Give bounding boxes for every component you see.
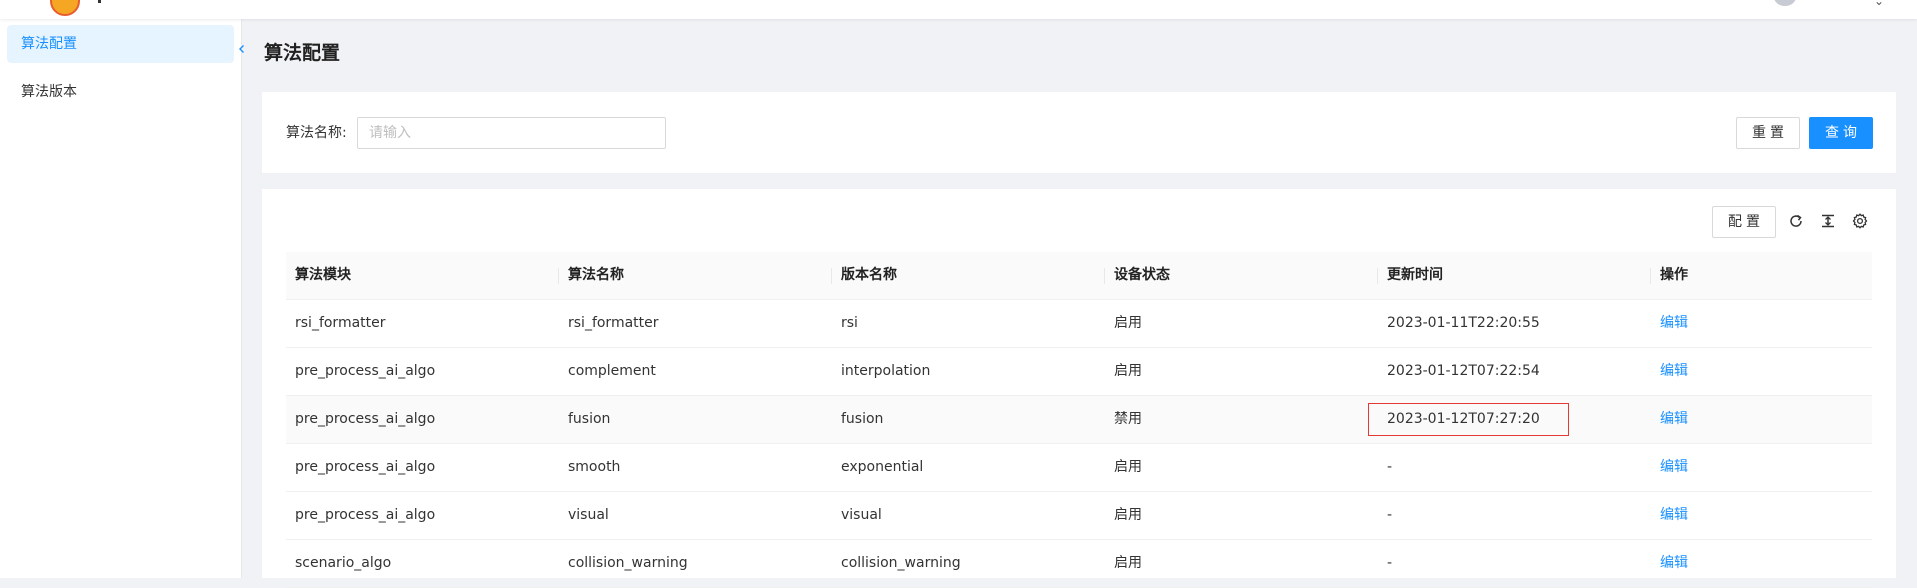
cell-name: complement — [568, 363, 656, 379]
cell-action: 编辑 — [1651, 300, 1872, 347]
cell-status: 启用 — [1114, 555, 1142, 571]
table-row: scenario_algo collision_warning collisio… — [286, 540, 1872, 588]
cell-action: 编辑 — [1651, 444, 1872, 491]
sidebar-item-label: 算法配置 — [21, 36, 77, 52]
cell-action: 编辑 — [1651, 396, 1872, 443]
chevron-left-icon — [239, 45, 244, 53]
cell-name: fusion — [568, 411, 611, 427]
cell-name: rsi_formatter — [568, 315, 659, 331]
query-button[interactable]: 查询 — [1809, 117, 1873, 149]
top-header: ⌄ — [0, 0, 1917, 19]
algorithm-name-label: 算法名称: — [286, 125, 347, 141]
cell-status: 启用 — [1114, 363, 1142, 379]
cell-updated: - — [1387, 555, 1393, 571]
cell-module: pre_process_ai_algo — [295, 411, 436, 427]
settings-icon[interactable] — [1848, 208, 1872, 234]
cell-version: interpolation — [841, 363, 931, 379]
edit-link[interactable]: 编辑 — [1660, 555, 1688, 571]
cell-updated: 2023-01-12T07:27:20 — [1387, 411, 1540, 427]
edit-link[interactable]: 编辑 — [1660, 411, 1688, 427]
edit-link[interactable]: 编辑 — [1660, 459, 1688, 475]
cell-name: smooth — [568, 459, 621, 475]
cell-action: 编辑 — [1651, 540, 1872, 587]
table-row: pre_process_ai_algo visual visual 启用 - 编… — [286, 492, 1872, 540]
cell-status: 启用 — [1114, 459, 1142, 475]
cell-action: 编辑 — [1651, 348, 1872, 395]
app-logo — [50, 0, 80, 16]
cell-name: visual — [568, 507, 609, 523]
cell-name: collision_warning — [568, 555, 688, 571]
edit-link[interactable]: 编辑 — [1660, 507, 1688, 523]
cell-version: exponential — [841, 459, 924, 475]
cell-updated: 2023-01-11T22:20:55 — [1387, 315, 1540, 331]
cell-version: visual — [841, 507, 882, 523]
column-header-status: 设备状态 — [1105, 252, 1378, 299]
page-title: 算法配置 — [264, 42, 341, 64]
algorithm-config-table: 算法模块 算法名称 版本名称 设备状态 更新时间 操作 rsi_formatte… — [286, 252, 1872, 588]
cell-version: collision_warning — [841, 555, 961, 571]
cell-module: pre_process_ai_algo — [295, 459, 436, 475]
sidebar-collapse-button[interactable] — [233, 41, 251, 59]
user-avatar[interactable] — [1774, 0, 1796, 6]
cell-status: 禁用 — [1114, 411, 1142, 427]
edit-link[interactable]: 编辑 — [1660, 315, 1688, 331]
table-row: pre_process_ai_algo smooth exponential 启… — [286, 444, 1872, 492]
app-name-fragment — [98, 0, 101, 3]
cell-status: 启用 — [1114, 315, 1142, 331]
edit-link[interactable]: 编辑 — [1660, 363, 1688, 379]
cell-module: rsi_formatter — [295, 315, 386, 331]
cell-status: 启用 — [1114, 507, 1142, 523]
cell-version: fusion — [841, 411, 884, 427]
table-row: pre_process_ai_algo complement interpola… — [286, 348, 1872, 396]
cell-module: pre_process_ai_algo — [295, 507, 436, 523]
column-header-module: 算法模块 — [286, 252, 559, 299]
user-menu-caret-icon[interactable]: ⌄ — [1874, 0, 1884, 7]
column-header-action: 操作 — [1660, 267, 1688, 283]
cell-module: scenario_algo — [295, 555, 392, 571]
column-header-name: 算法名称 — [559, 252, 832, 299]
search-form: 算法名称: 重置 查询 — [262, 92, 1896, 173]
algorithm-name-input[interactable] — [357, 117, 666, 149]
cell-updated: 2023-01-12T07:22:54 — [1387, 363, 1540, 379]
cell-action: 编辑 — [1651, 492, 1872, 539]
column-header-version: 版本名称 — [832, 252, 1105, 299]
cell-updated: - — [1387, 507, 1393, 523]
config-button[interactable]: 配置 — [1712, 206, 1776, 238]
table-header: 算法模块 算法名称 版本名称 设备状态 更新时间 操作 — [286, 252, 1872, 300]
cell-module: pre_process_ai_algo — [295, 363, 436, 379]
sidebar-item-algorithm-version[interactable]: 算法版本 — [7, 73, 234, 111]
column-height-icon[interactable] — [1816, 208, 1840, 234]
sidebar-item-label: 算法版本 — [21, 84, 77, 100]
refresh-icon[interactable] — [1784, 208, 1808, 234]
table-row: pre_process_ai_algo fusion fusion 禁用 202… — [286, 396, 1872, 444]
sidebar-item-algorithm-config[interactable]: 算法配置 — [7, 25, 234, 63]
sidebar: 算法配置 算法版本 — [0, 19, 242, 578]
table-row: rsi_formatter rsi_formatter rsi 启用 2023-… — [286, 300, 1872, 348]
table-card: 配置 算法模块 算法名称 版本名称 设备状态 更新时间 操作 rsi_forma… — [262, 189, 1896, 588]
cell-version: rsi — [841, 315, 858, 331]
cell-updated: - — [1387, 459, 1393, 475]
column-header-updated: 更新时间 — [1378, 252, 1651, 299]
reset-button[interactable]: 重置 — [1736, 117, 1800, 149]
